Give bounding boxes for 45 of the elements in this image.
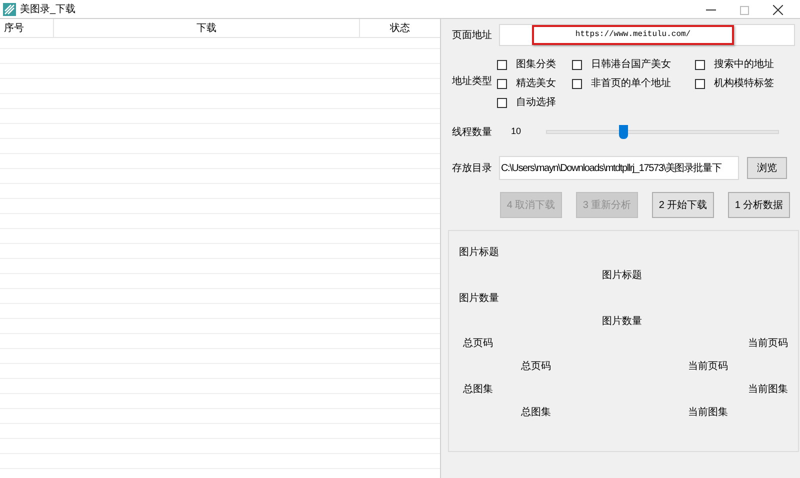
current-page-value: 当前页码 [688,360,728,374]
column-header[interactable]: 下载 [54,19,360,38]
current-page-label: 当前页码 [748,336,788,351]
total-sets-value: 总图集 [521,406,551,420]
checkbox[interactable] [497,60,507,70]
close-icon[interactable] [773,5,783,15]
window-title: 美图录_下载 [20,2,76,16]
checkbox[interactable] [572,60,582,70]
column-header[interactable]: 状态 [360,19,440,38]
total-pages-value: 总页码 [521,360,551,374]
current-set-value: 当前图集 [688,406,728,420]
minimize-icon[interactable] [706,7,716,13]
checkbox-label[interactable]: 搜索中的地址 [714,57,774,72]
folder-field[interactable]: C:\Users\mayn\Downloads\mtdtpllrj_17573\美图录批量下 [499,156,739,180]
app-icon [3,2,16,16]
browse-button[interactable]: 浏览 [747,157,787,179]
column-header[interactable]: 序号 [0,19,54,38]
slider-thumb[interactable] [618,125,628,139]
checkbox-label[interactable]: 图集分类 [516,57,556,72]
url-text: https://www.meitulu.com/ [575,29,691,41]
checkbox[interactable] [695,60,705,70]
checkbox-label[interactable]: 精选美女 [516,76,556,91]
title-value: 图片标题 [602,268,642,283]
checkbox[interactable] [572,78,582,88]
total-sets-label: 总图集 [463,382,493,397]
threads-value: 10 [511,125,522,138]
title-label: 图片标题 [459,246,499,260]
checkbox-label[interactable]: 机构模特标签 [714,76,774,91]
url-field[interactable]: https://www.meitulu.com/ [499,24,795,46]
checkbox-label[interactable]: 非首页的单个地址 [591,76,671,91]
action-button[interactable]: 2 开始下载 [652,192,714,218]
threads-label: 线程数量 [452,126,493,140]
checkbox[interactable] [497,98,507,108]
count-value: 图片数量 [602,314,642,329]
total-pages-label: 总页码 [463,336,493,351]
checkbox-label[interactable]: 自动选择 [516,95,556,110]
folder-label: 存放目录 [452,162,493,176]
count-label: 图片数量 [459,292,499,306]
checkbox[interactable] [695,78,705,88]
action-button[interactable]: 1 分析数据 [728,192,790,218]
address-type-label: 地址类型 [452,74,493,89]
url-label: 页面地址 [452,28,493,42]
checkbox-label[interactable]: 日韩港台国产美女 [591,57,671,72]
checkbox[interactable] [497,78,507,88]
current-set-label: 当前图集 [748,382,788,397]
